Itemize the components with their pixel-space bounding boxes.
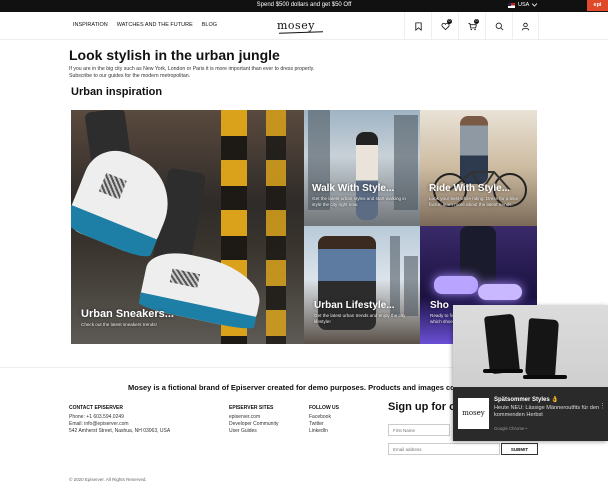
nav-item-inspiration[interactable]: INSPIRATION bbox=[73, 22, 108, 28]
intro-text: If you are in the big city such as New Y… bbox=[69, 66, 315, 79]
nav-item-watches[interactable]: WATCHES AND THE FUTURE bbox=[117, 22, 193, 28]
footer-follow: FOLLOW US Facebook Twitter LinkedIn bbox=[309, 405, 339, 435]
user-icon bbox=[521, 22, 530, 30]
search-button[interactable] bbox=[485, 12, 512, 40]
tile-image-building bbox=[308, 110, 330, 210]
us-flag-icon bbox=[508, 2, 515, 8]
copyright-text: © 2020 Episerver. All Rights Reserved. bbox=[69, 477, 147, 482]
promo-bar: Spend $500 dollars and get $50 Off USA e… bbox=[0, 0, 608, 12]
footer-link-user-guides[interactable]: User Guides bbox=[229, 428, 278, 435]
search-icon bbox=[495, 22, 503, 30]
footer-link-twitter[interactable]: Twitter bbox=[309, 421, 339, 428]
tile-image-pole bbox=[266, 110, 286, 344]
bookmark-icon bbox=[414, 21, 422, 31]
page-title: Look stylish in the urban jungle bbox=[69, 47, 280, 63]
cart-count-badge: 0 bbox=[474, 19, 479, 24]
notification-more-icon[interactable]: ⋮ bbox=[599, 402, 606, 410]
header-icons: 0 0 bbox=[404, 12, 539, 40]
tile-urban-lifestyle[interactable]: Urban Lifestyle... Get the latest urban … bbox=[304, 226, 420, 344]
tile-subtitle: Look your best while riding. Dress for a… bbox=[429, 196, 519, 207]
notification-image bbox=[453, 305, 608, 387]
notification-source: Google Chrome • bbox=[494, 426, 528, 431]
notification-app-logo: mosey bbox=[458, 398, 489, 429]
tile-image-glowing-shoe bbox=[434, 276, 478, 294]
footer-address: 542 Amherst Street, Nashua, NH 03063, US… bbox=[69, 428, 171, 434]
tile-subtitle: Check out the latest sneakers trends! bbox=[81, 322, 157, 327]
chevron-down-icon bbox=[532, 3, 538, 7]
notification-image-boot-sole bbox=[483, 369, 523, 373]
tile-image-building bbox=[404, 256, 418, 316]
email-input[interactable] bbox=[388, 443, 500, 455]
signup-heading: Sign up for o bbox=[388, 401, 456, 413]
tile-subtitle: Get the latest urban trends and enjoy th… bbox=[314, 313, 406, 324]
notification-image-boot bbox=[484, 313, 520, 375]
footer-contact: CONTACT EPISERVER Phone: +1 603.594.0249… bbox=[69, 405, 170, 435]
footer-link-developer-community[interactable]: Developer Community bbox=[229, 421, 278, 428]
nav-item-blog[interactable]: BLOG bbox=[202, 22, 217, 28]
tile-subtitle: Get the latest urban styles and start wa… bbox=[312, 196, 406, 207]
footer-tagline: Mosey is a fictional brand of Episerver … bbox=[128, 383, 481, 392]
notification-image-boot bbox=[525, 318, 559, 378]
footer-link-facebook[interactable]: Facebook bbox=[309, 414, 339, 421]
wishlist-button[interactable]: 0 bbox=[431, 12, 458, 40]
footer-phone: Phone: +1 603.594.0249 bbox=[69, 414, 124, 420]
main-nav: INSPIRATION WATCHES AND THE FUTURE BLOG bbox=[73, 22, 217, 28]
footer-follow-heading: FOLLOW US bbox=[309, 405, 339, 411]
footer-link-episerver[interactable]: episerver.com bbox=[229, 414, 278, 421]
footer-link-linkedin[interactable]: LinkedIn bbox=[309, 428, 339, 435]
notification-body: Heute NEU: Lässige Männeroutfits für den… bbox=[494, 405, 600, 418]
account-button[interactable] bbox=[512, 12, 539, 40]
site-header: INSPIRATION WATCHES AND THE FUTURE BLOG … bbox=[0, 12, 608, 40]
bookmark-button[interactable] bbox=[404, 12, 431, 40]
tile-walk-with-style[interactable]: Walk With Style... Get the latest urban … bbox=[304, 110, 420, 226]
first-name-input[interactable] bbox=[388, 424, 450, 436]
notification-title: Spätsommer Styles 👌 bbox=[494, 397, 559, 403]
tile-title: Sho bbox=[430, 300, 449, 311]
tile-ride-with-style[interactable]: Ride With Style... Look your best while … bbox=[420, 110, 537, 226]
footer-sites-heading: EPISERVER SITES bbox=[229, 405, 274, 411]
wishlist-count-badge: 0 bbox=[447, 19, 452, 24]
section-title: Urban inspiration bbox=[71, 86, 163, 98]
tile-title: Urban Sneakers... bbox=[81, 308, 174, 320]
extension-badge[interactable]: epi bbox=[587, 0, 608, 11]
tile-title: Ride With Style... bbox=[429, 183, 511, 194]
tile-image-glowing-shoe bbox=[478, 284, 522, 300]
cart-button[interactable]: 0 bbox=[458, 12, 485, 40]
locale-label: USA bbox=[518, 2, 530, 8]
footer-email: Email: info@episerver.com bbox=[69, 421, 129, 427]
notification-image-boot-sole bbox=[523, 375, 567, 379]
submit-button[interactable]: SUBMIT bbox=[501, 443, 538, 455]
footer-sites: EPISERVER SITES episerver.com Developer … bbox=[229, 405, 278, 435]
tile-title: Urban Lifestyle... bbox=[314, 300, 395, 311]
tile-title: Walk With Style... bbox=[312, 183, 395, 194]
footer-contact-heading: CONTACT EPISERVER bbox=[69, 405, 123, 411]
locale-selector[interactable]: USA bbox=[508, 2, 538, 8]
site-logo[interactable]: mosey bbox=[277, 19, 315, 32]
tile-urban-sneakers[interactable]: Urban Sneakers... Check out the latest s… bbox=[71, 110, 304, 344]
push-notification[interactable]: mosey Spätsommer Styles 👌 Heute NEU: Läs… bbox=[453, 305, 608, 441]
